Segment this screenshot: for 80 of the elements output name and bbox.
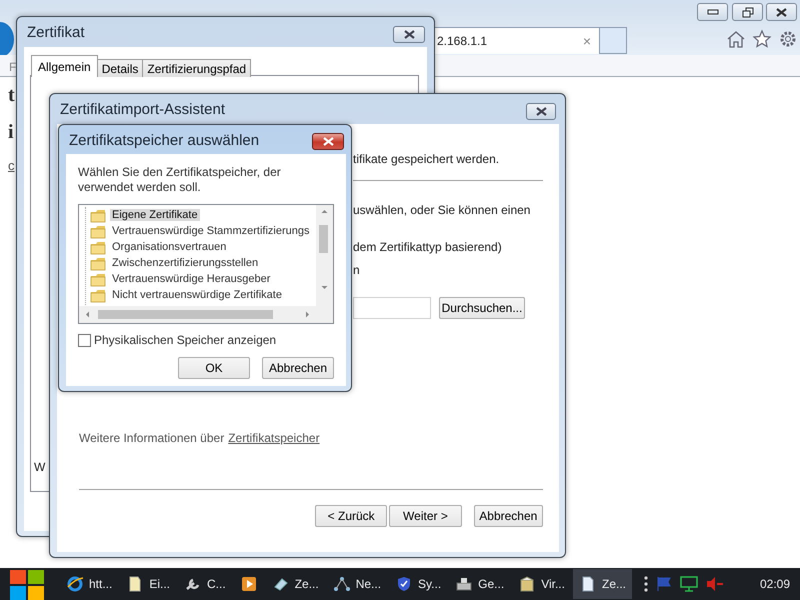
close-button[interactable] <box>312 133 344 150</box>
globe-icon <box>66 575 84 593</box>
device-icon <box>455 575 474 593</box>
minimize-icon <box>706 9 718 15</box>
taskbar-button[interactable]: Ze... <box>572 569 632 599</box>
close-button[interactable] <box>393 26 425 43</box>
close-icon <box>322 137 334 146</box>
package-icon <box>518 575 536 593</box>
info-link[interactable]: Zertifikatspeicher <box>228 431 320 445</box>
home-icon <box>726 29 746 49</box>
dialog-button[interactable]: OK <box>178 357 250 379</box>
wizard-button[interactable]: < Zurück <box>315 505 388 527</box>
page-text: i <box>8 121 15 144</box>
checkbox-label[interactable]: Physikalischen Speicher anzeigen <box>94 333 276 347</box>
taskbar-button[interactable]: Vir... <box>512 569 571 599</box>
tab[interactable]: Zertifizierungspfad <box>142 59 252 77</box>
info-text: Weitere Informationen über <box>79 431 224 445</box>
tab[interactable]: Allgemein <box>31 55 98 77</box>
close-icon <box>536 107 546 116</box>
option-text: dem Zertifikattyp basierend) <box>353 240 503 254</box>
address-tab[interactable]: 2.168.1.1 × <box>432 27 600 54</box>
restore-icon <box>742 6 754 18</box>
play-icon <box>240 575 258 593</box>
dialog-title: Zertifikatspeicher auswählen <box>69 132 260 149</box>
restore-button[interactable] <box>732 3 763 21</box>
vertical-scrollbar[interactable] <box>316 205 333 306</box>
network-icon <box>332 575 351 593</box>
window-title: Zertifikatimport-Assistent <box>60 101 226 118</box>
store-item[interactable]: Nicht vertrauenswürdige Zertifikate <box>110 289 284 301</box>
page-text: t <box>8 84 15 107</box>
description-text: Wählen Sie den Zertifikatspeicher, der verwendet werden soll. <box>78 165 282 195</box>
speaker-muted-icon <box>706 576 724 592</box>
flag-icon <box>656 576 672 592</box>
windows-logo-icon <box>10 568 44 600</box>
tab[interactable]: Details <box>96 59 144 77</box>
clock: 02:09 <box>760 577 790 591</box>
window-title: Zertifikat <box>27 24 85 41</box>
folder-icon <box>90 208 106 222</box>
minimize-button[interactable] <box>697 3 728 21</box>
menu-text: F <box>9 60 16 74</box>
option-text: uswählen, oder Sie können einen <box>353 203 532 217</box>
folder-icon <box>90 240 106 254</box>
option-text: n <box>353 263 361 277</box>
horizontal-scrollbar[interactable] <box>79 306 333 323</box>
panel-text: W <box>34 460 46 474</box>
checkbox[interactable] <box>78 334 91 346</box>
store-item[interactable]: Organisationsvertrauen <box>110 241 228 253</box>
input-field[interactable] <box>353 297 431 319</box>
wizard-button[interactable]: Weiter > <box>389 505 462 527</box>
instruction-text: tifikate gespeichert werden. <box>353 152 500 166</box>
close-icon <box>404 30 414 39</box>
store-item[interactable]: Vertrauenswürdige Stammzertifizierungs <box>110 225 312 237</box>
store-item[interactable]: Eigene Zertifikate <box>110 209 200 221</box>
taskbar-button[interactable]: Sy... <box>389 569 448 599</box>
page-link[interactable]: c <box>8 158 15 173</box>
monitor-icon <box>680 576 698 592</box>
folder-icon <box>90 224 106 238</box>
browse-button[interactable]: Durchsuchen... <box>439 297 525 319</box>
scroll-thumb[interactable] <box>98 310 273 319</box>
star-icon <box>752 29 772 49</box>
scroll-thumb[interactable] <box>319 225 328 253</box>
taskbar-button[interactable]: Ge... <box>449 569 510 599</box>
taskbar-button[interactable]: C... <box>178 569 232 599</box>
close-button[interactable] <box>526 103 556 120</box>
taskbar-button[interactable]: Ze... <box>266 569 325 599</box>
taskbar-button[interactable]: Ne... <box>326 569 388 599</box>
folder-icon <box>90 272 106 286</box>
close-icon <box>776 8 787 16</box>
wizard-button[interactable]: Abbrechen <box>474 505 543 527</box>
taskbar-button[interactable]: htt... <box>60 569 118 599</box>
taskbar-button[interactable]: Ei... <box>120 569 176 599</box>
close-button[interactable] <box>766 3 797 21</box>
dialog-button[interactable]: Abbrechen <box>262 357 334 379</box>
overflow-icon <box>644 576 648 592</box>
store-item[interactable]: Zwischenzertifizierungsstellen <box>110 257 260 269</box>
folder-icon <box>90 256 106 270</box>
settings-icon <box>778 29 798 49</box>
folder-icon <box>90 288 106 302</box>
store-tree[interactable]: Eigene Zertifikate Vertrauenswürdige Stammzertifizierungs Organisationsvertrauen Zwischenzertifizierungsstellen Vertrauenswürdige Herausgeber Nicht vertrauenswürdige Zertifikate <box>78 204 334 324</box>
store-item[interactable]: Vertrauenswürdige Herausgeber <box>110 273 272 285</box>
